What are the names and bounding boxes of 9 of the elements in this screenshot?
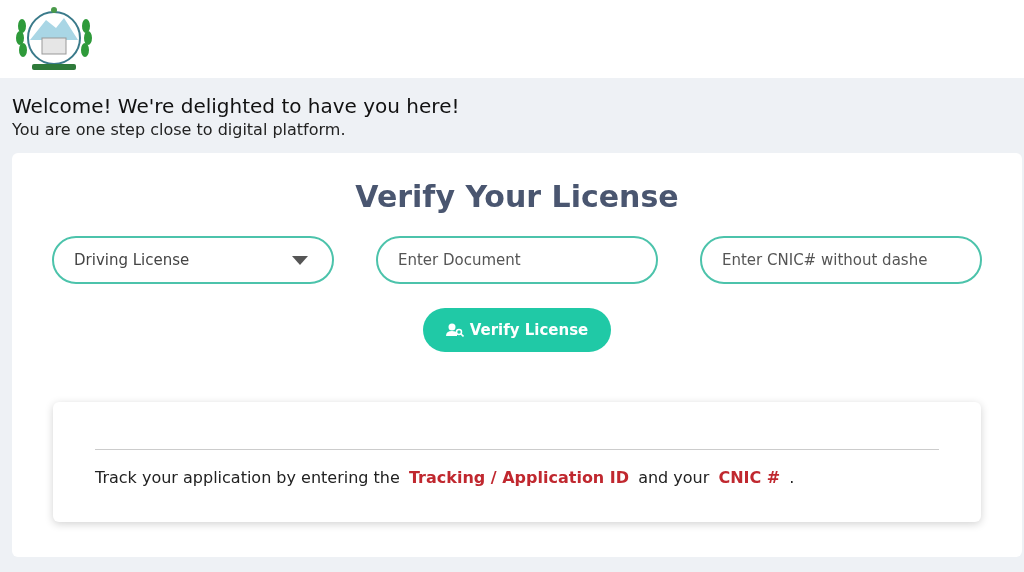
caret-icon: [292, 255, 308, 265]
user-search-icon: [445, 323, 464, 337]
tracking-note: Track your application by entering the Tracking / Application ID and your CNIC # .: [95, 468, 796, 487]
document-type-select[interactable]: Driving License: [52, 236, 334, 284]
document-field[interactable]: Enter Document: [376, 236, 658, 284]
welcome-subheading: You are one step close to digital platform.: [12, 120, 347, 139]
verify-title: Verify Your License: [355, 179, 679, 214]
cnic-field[interactable]: Enter CNIC# without dashe: [700, 236, 982, 284]
welcome-heading: Welcome! We're delighted to have you here!: [12, 94, 461, 118]
